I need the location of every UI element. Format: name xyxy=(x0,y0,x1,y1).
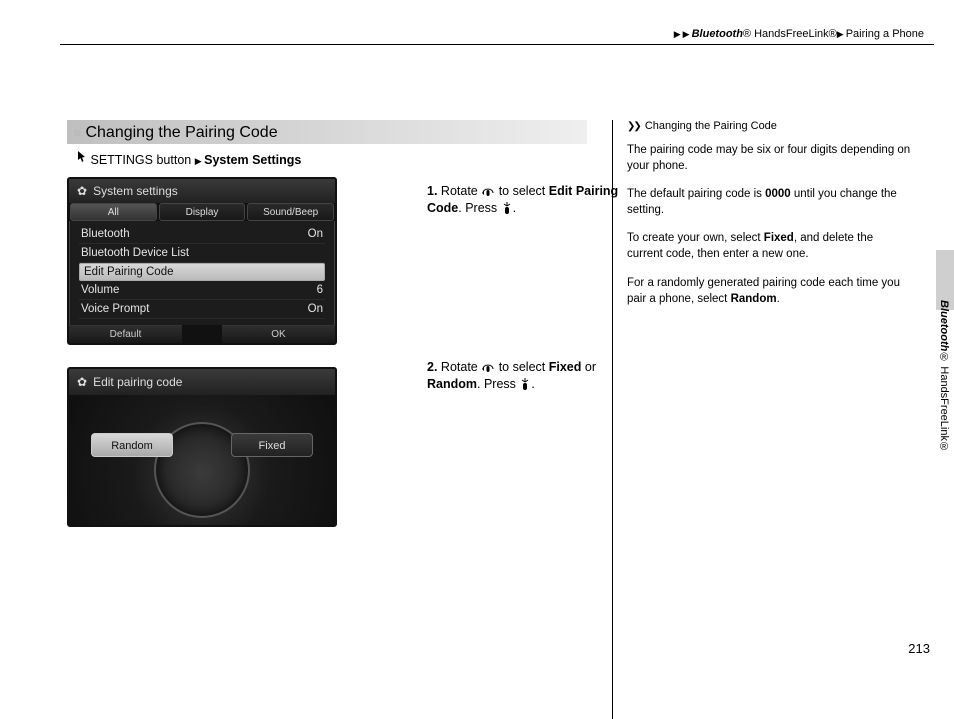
header-rule xyxy=(60,44,934,45)
page-number: 213 xyxy=(908,641,930,656)
section-title-text: Changing the Pairing Code xyxy=(85,124,277,141)
rotate-knob-icon xyxy=(481,185,495,197)
screenshot2-title-bar: ✿ Edit pairing code xyxy=(69,369,335,395)
gear-icon: ✿ xyxy=(77,375,87,389)
breadcrumb: ▶▶Bluetooth® HandsFreeLink®▶Pairing a Ph… xyxy=(674,28,924,40)
screenshot1-list: BluetoothOn Bluetooth Device List Edit P… xyxy=(69,221,335,325)
list-item-selected: Edit Pairing Code xyxy=(79,263,325,281)
option-random: Random xyxy=(91,433,173,457)
screenshot2-body: Random Fixed xyxy=(69,395,335,525)
section-title: ■Changing the Pairing Code xyxy=(67,120,587,144)
screenshot1-title-bar: ✿ System settings xyxy=(69,179,335,203)
option-fixed: Fixed xyxy=(231,433,313,457)
triangle-icon: ▶ xyxy=(195,156,204,166)
triangle-icon: ▶ xyxy=(837,29,844,39)
screenshot1-tabs: All Display Sound/Beep xyxy=(69,203,335,221)
screenshot-system-settings: ✿ System settings All Display Sound/Beep… xyxy=(67,177,337,345)
list-item: BluetoothOn xyxy=(79,225,325,244)
press-button-icon xyxy=(519,377,531,391)
screenshot1-title: System settings xyxy=(93,184,178,198)
tab-sound-beep: Sound/Beep xyxy=(247,203,334,221)
gear-icon: ✿ xyxy=(77,184,87,198)
nav-target: System Settings xyxy=(204,153,301,167)
sidebar-notes: ❯❯ Changing the Pairing Code The pairing… xyxy=(612,120,912,719)
navigation-path: SETTINGS button ▶ System Settings xyxy=(77,150,587,167)
list-item: Bluetooth Device List xyxy=(79,244,325,263)
square-bullet-icon: ■ xyxy=(73,124,81,140)
step-number: 2. xyxy=(427,360,437,374)
step-number: 1. xyxy=(427,184,437,198)
screenshot2-title: Edit pairing code xyxy=(93,375,182,389)
press-button-icon xyxy=(501,201,513,215)
list-item: Voice PromptOn xyxy=(79,300,325,319)
edge-label: Bluetooth® HandsFreeLink® xyxy=(938,300,950,453)
nav-prefix: SETTINGS button xyxy=(90,153,191,167)
tab-all: All xyxy=(70,203,157,221)
breadcrumb-part2: Pairing a Phone xyxy=(846,28,924,40)
sidebar-heading: ❯❯ Changing the Pairing Code xyxy=(627,120,912,132)
sidebar-paragraph: To create your own, select Fixed, and de… xyxy=(627,230,912,262)
cursor-icon xyxy=(77,150,87,167)
double-chevron-icon: ❯❯ xyxy=(627,121,640,132)
default-button: Default xyxy=(69,325,182,343)
ok-button: OK xyxy=(222,325,335,343)
breadcrumb-part1-italic: Bluetooth xyxy=(692,28,743,40)
sidebar-paragraph: For a randomly generated pairing code ea… xyxy=(627,275,912,307)
tab-display: Display xyxy=(159,203,246,221)
list-item: Volume6 xyxy=(79,281,325,300)
sidebar-paragraph: The default pairing code is 0000 until y… xyxy=(627,186,912,218)
triangle-icon: ▶ xyxy=(683,29,690,39)
screenshot1-bottom-bar: Default OK xyxy=(69,325,335,343)
triangle-icon: ▶ xyxy=(674,29,681,39)
breadcrumb-part1-rest: ® HandsFreeLink® xyxy=(743,28,837,40)
rotate-knob-icon xyxy=(481,361,495,373)
sidebar-paragraph: The pairing code may be six or four digi… xyxy=(627,142,912,174)
screenshot-edit-pairing-code: ✿ Edit pairing code Random Fixed xyxy=(67,367,337,527)
